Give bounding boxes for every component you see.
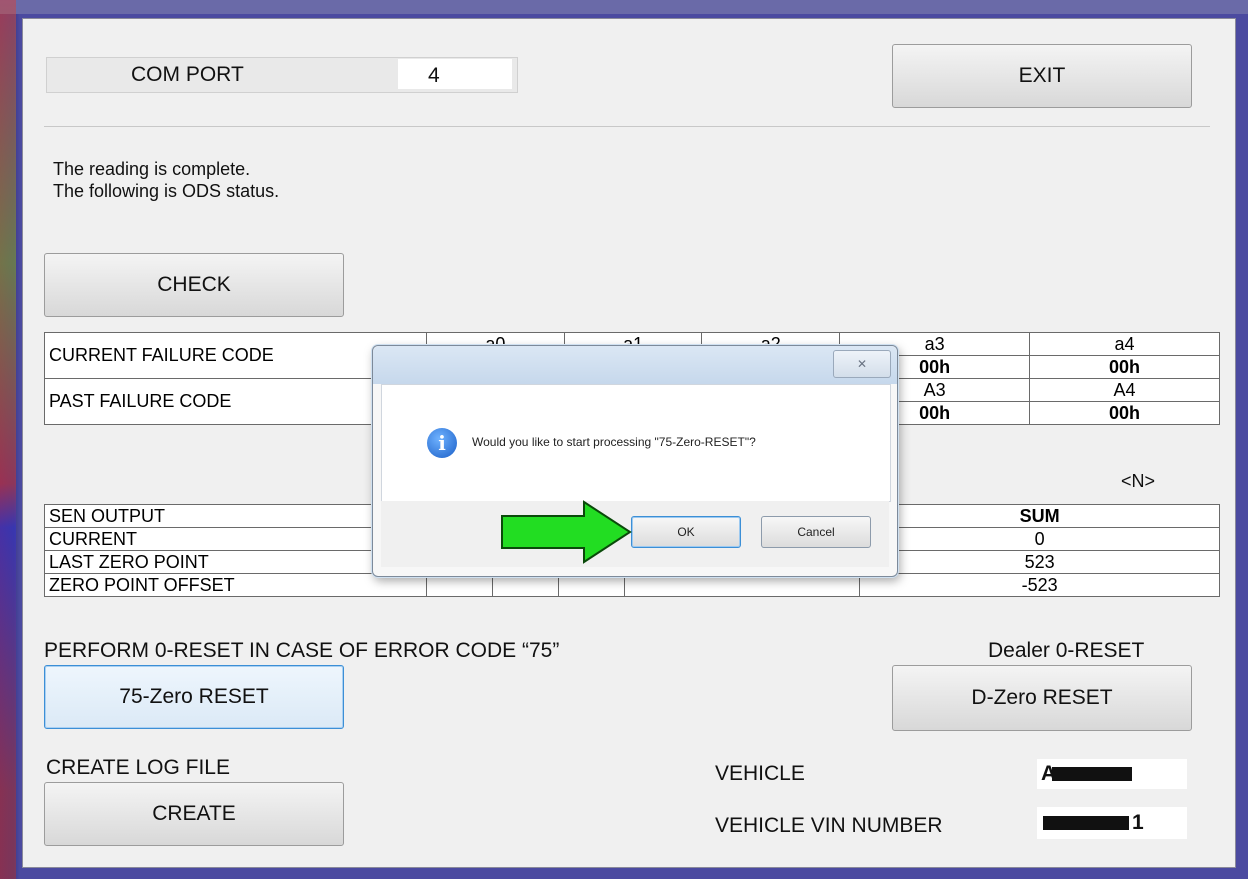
dealer-reset-label: Dealer 0-RESET — [988, 639, 1145, 662]
cancel-button[interactable]: Cancel — [761, 516, 871, 548]
dialog-message: Would you like to start processing "75-Z… — [472, 435, 756, 449]
table-cell: a4 — [1029, 332, 1220, 356]
com-port-field[interactable] — [398, 59, 512, 89]
com-port-label: COM PORT — [131, 63, 244, 86]
dialog-title-bar: ✕ — [373, 346, 897, 384]
table-cell: 00h — [1029, 355, 1220, 379]
com-port-value: 4 — [428, 64, 440, 87]
create-button[interactable]: CREATE — [44, 782, 344, 846]
table-cell: SUM — [859, 504, 1220, 528]
table-cell: 523 — [859, 550, 1220, 574]
dialog-body: i Would you like to start processing "75… — [381, 384, 891, 502]
exit-button[interactable]: EXIT — [892, 44, 1192, 108]
last-zero-point-label: LAST ZERO POINT — [44, 550, 427, 574]
table-cell: 00h — [1029, 401, 1220, 425]
ok-button[interactable]: OK — [631, 516, 741, 548]
reset-instruction: PERFORM 0-RESET IN CASE OF ERROR CODE “7… — [44, 639, 560, 662]
past-failure-code-label: PAST FAILURE CODE — [44, 378, 427, 425]
status-message-line-2: The following is ODS status. — [53, 181, 280, 201]
check-button[interactable]: CHECK — [44, 253, 344, 317]
current-label: CURRENT — [44, 527, 427, 551]
table-cell: 0 — [859, 527, 1220, 551]
d-zero-reset-button[interactable]: D-Zero RESET — [892, 665, 1192, 731]
table-cell: -523 — [859, 573, 1220, 597]
background-desktop-strip — [0, 0, 16, 879]
vehicle-field: A — [1037, 759, 1187, 789]
vin-value-visible: 1 — [1132, 811, 1144, 834]
unit-label: <N> — [1121, 471, 1156, 491]
vin-field: 1 — [1037, 807, 1187, 839]
sen-output-label: SEN OUTPUT — [44, 504, 427, 528]
vin-redaction — [1043, 816, 1129, 830]
zero-75-reset-button[interactable]: 75-Zero RESET — [44, 665, 344, 729]
vehicle-label: VEHICLE — [715, 762, 805, 785]
vin-label: VEHICLE VIN NUMBER — [715, 814, 943, 837]
vehicle-redaction — [1052, 767, 1132, 781]
info-icon: i — [427, 428, 457, 458]
close-icon[interactable]: ✕ — [833, 350, 891, 378]
table-cell: A4 — [1029, 378, 1220, 402]
create-log-file-label: CREATE LOG FILE — [46, 756, 230, 779]
status-message-line-1: The reading is complete. — [53, 159, 251, 179]
confirm-dialog: ✕ i Would you like to start processing "… — [372, 345, 898, 577]
current-failure-code-label: CURRENT FAILURE CODE — [44, 332, 427, 379]
title-bar — [0, 0, 1248, 14]
status-message-panel: The reading is complete. The following i… — [44, 126, 1210, 245]
arrow-pointer-icon — [501, 500, 632, 564]
zero-point-offset-label: ZERO POINT OFFSET — [44, 573, 427, 597]
dialog-button-row: OK Cancel — [381, 501, 889, 567]
